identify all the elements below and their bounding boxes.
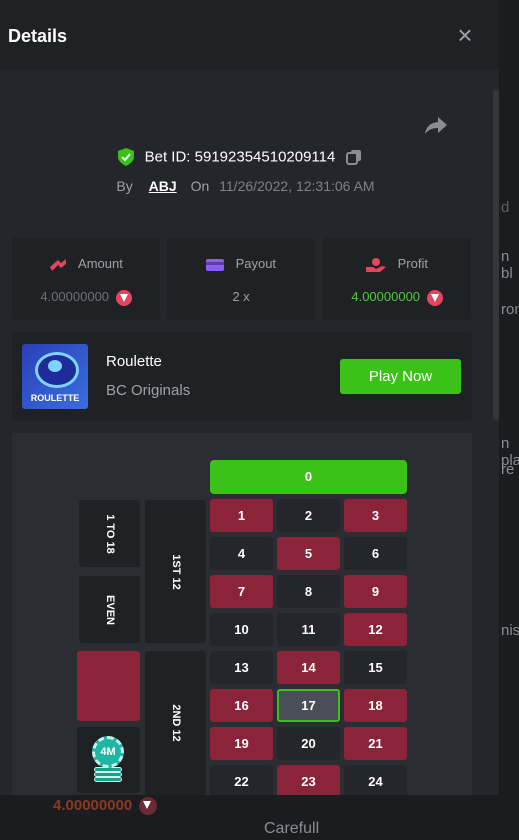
bet-id-row: Bet ID: 59192354510209114 (0, 148, 480, 167)
bet-2nd-12-label: 2ND 12 (169, 704, 182, 742)
shield-check-icon (118, 148, 135, 167)
chip-stack-icon (94, 777, 122, 782)
bet-datetime: 11/26/2022, 12:31:06 AM (219, 178, 375, 194)
bet-black-with-chip[interactable]: 4M (77, 727, 140, 793)
bg-text-fragment: d (501, 199, 510, 216)
roulette-number-cell[interactable]: 5 (277, 537, 340, 570)
profit-label: Profit (397, 256, 428, 271)
close-button[interactable]: × (452, 22, 478, 48)
on-label: On (190, 178, 210, 194)
amount-icon (50, 258, 67, 271)
bet-chip-icon: 4M (92, 736, 124, 768)
roulette-ball-icon (48, 360, 62, 372)
roulette-number-cell[interactable]: 23 (277, 765, 340, 795)
roulette-number-cell[interactable]: 1 (210, 499, 273, 532)
amount-value: 4.00000000 (12, 289, 160, 306)
payout-label: Payout (235, 256, 277, 271)
number-zero[interactable]: 0 (210, 460, 407, 494)
amount-value-int: 4. (40, 289, 52, 304)
bg-text-fragment: n bl (501, 248, 513, 282)
roulette-number-cell[interactable]: 21 (344, 727, 407, 760)
background-amount-value: 4.00000000 (53, 797, 133, 814)
user-link[interactable]: ABJ (149, 178, 177, 194)
roulette-number-cell[interactable]: 17 (277, 689, 340, 722)
wallet-icon (205, 258, 224, 271)
by-label: By (116, 178, 133, 194)
roulette-thumbnail[interactable]: ROULETTE (22, 344, 88, 409)
game-card: ROULETTE Roulette BC Originals Play Now (12, 332, 472, 421)
scrollbar[interactable] (493, 90, 499, 420)
roulette-number-cell[interactable]: 12 (344, 613, 407, 646)
roulette-board: 0 1 TO 18 EVEN 4M 1ST 12 2ND 12 12345678… (12, 433, 472, 795)
amount-label: Amount (78, 256, 123, 271)
bet-1-to-18[interactable]: 1 TO 18 (79, 500, 140, 567)
share-icon[interactable] (424, 115, 448, 135)
amount-value-dec: 00000000 (51, 289, 110, 304)
roulette-number-cell[interactable]: 22 (210, 765, 273, 795)
trx-coin-icon (139, 797, 158, 816)
amount-card: Amount 4.00000000 (12, 238, 160, 320)
amount-label-row: Amount (12, 256, 160, 272)
bet-1st-12[interactable]: 1ST 12 (145, 500, 206, 643)
profit-hand-icon (366, 257, 387, 272)
profit-value-int: 4. (351, 289, 363, 304)
roulette-number-cell[interactable]: 19 (210, 727, 273, 760)
modal-header: Details × (0, 0, 499, 70)
roulette-number-cell[interactable]: 20 (277, 727, 340, 760)
roulette-number-cell[interactable]: 24 (344, 765, 407, 795)
profit-value: 4.00000000 (323, 289, 471, 306)
game-provider: BC Originals (106, 382, 191, 399)
bet-even-label: EVEN (103, 594, 116, 625)
thumbnail-label: ROULETTE (30, 393, 80, 403)
copy-icon[interactable] (345, 149, 362, 166)
profit-value-dec: 00000000 (362, 289, 421, 304)
roulette-number-cell[interactable]: 9 (344, 575, 407, 608)
payout-label-row: Payout (167, 256, 315, 272)
roulette-number-cell[interactable]: 16 (210, 689, 273, 722)
profit-card: Profit 4.00000000 (323, 238, 471, 320)
roulette-number-cell[interactable]: 13 (210, 651, 273, 684)
bg-text-fragment: nis (501, 622, 519, 639)
roulette-number-cell[interactable]: 14 (277, 651, 340, 684)
details-modal: Details × Bet ID: 59192354510209114 By A… (0, 0, 499, 795)
bet-meta-row: By ABJ On 11/26/2022, 12:31:06 AM (0, 178, 491, 194)
bet-1st-12-label: 1ST 12 (169, 553, 182, 590)
bet-2nd-12[interactable]: 2ND 12 (145, 651, 206, 795)
roulette-number-cell[interactable]: 15 (344, 651, 407, 684)
bet-red[interactable] (77, 651, 140, 721)
roulette-number-cell[interactable]: 6 (344, 537, 407, 570)
payout-card: Payout 2 x (167, 238, 315, 320)
roulette-number-cell[interactable]: 2 (277, 499, 340, 532)
game-name: Roulette (106, 353, 162, 370)
roulette-number-cell[interactable]: 10 (210, 613, 273, 646)
roulette-number-cell[interactable]: 8 (277, 575, 340, 608)
roulette-number-cell[interactable]: 3 (344, 499, 407, 532)
modal-title: Details (8, 26, 68, 46)
roulette-number-cell[interactable]: 18 (344, 689, 407, 722)
bet-even[interactable]: EVEN (79, 576, 140, 643)
roulette-number-cell[interactable]: 7 (210, 575, 273, 608)
payout-value: 2 x (232, 289, 250, 304)
roulette-number-cell[interactable]: 11 (277, 613, 340, 646)
background-text: Carefull (264, 820, 320, 837)
trx-coin-icon (426, 289, 443, 306)
trx-coin-icon (115, 289, 132, 306)
background-amount: 4.00000000 (53, 797, 158, 816)
bet-id: Bet ID: 59192354510209114 (144, 148, 336, 166)
bg-text-fragment: re (501, 461, 515, 478)
bet-1-to-18-label: 1 TO 18 (103, 513, 116, 554)
bg-text-fragment: ron (501, 301, 519, 318)
roulette-number-cell[interactable]: 4 (210, 537, 273, 570)
profit-label-row: Profit (323, 256, 471, 272)
play-now-button[interactable]: Play Now (340, 359, 461, 394)
